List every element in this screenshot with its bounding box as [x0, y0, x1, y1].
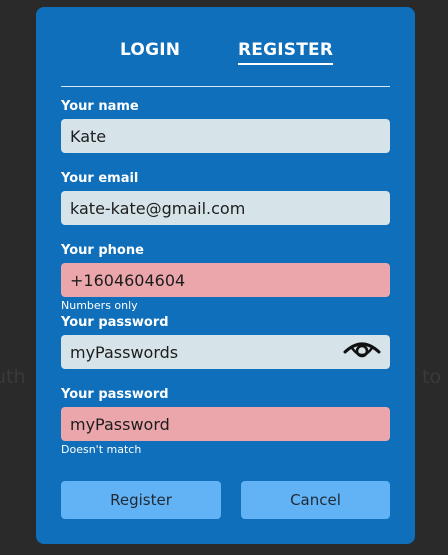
background-text-left: uth — [0, 366, 26, 388]
password-field[interactable]: myPasswords — [61, 335, 390, 369]
password-confirm-value: myPassword — [70, 414, 170, 434]
password-value: myPasswords — [70, 342, 179, 362]
name-value: Kate — [70, 126, 107, 146]
password-confirm-label: Your password — [61, 387, 169, 402]
tab-login[interactable]: LOGIN — [120, 40, 180, 60]
password-confirm-field[interactable]: myPassword — [61, 407, 390, 441]
phone-label: Your phone — [61, 243, 144, 258]
phone-value: +1604604604 — [70, 270, 186, 290]
name-field[interactable]: Kate — [61, 119, 390, 153]
email-label: Your email — [61, 171, 139, 186]
phone-hint: Numbers only — [61, 299, 138, 312]
tab-register[interactable]: REGISTER — [238, 40, 334, 65]
phone-field[interactable]: +1604604604 — [61, 263, 390, 297]
cancel-button[interactable]: Cancel — [241, 481, 390, 519]
register-modal: LOGIN REGISTER Your name Kate Your email… — [36, 7, 415, 544]
email-value: kate-kate@gmail.com — [70, 198, 246, 218]
register-button[interactable]: Register — [61, 481, 221, 519]
auth-tabs: LOGIN REGISTER — [36, 40, 415, 68]
name-label: Your name — [61, 99, 139, 114]
eye-icon[interactable] — [343, 339, 381, 363]
background-text-right: to — [422, 366, 442, 388]
email-field[interactable]: kate-kate@gmail.com — [61, 191, 390, 225]
password-label: Your password — [61, 315, 169, 330]
tabs-divider — [61, 86, 390, 87]
password-confirm-hint: Doesn't match — [61, 443, 142, 456]
